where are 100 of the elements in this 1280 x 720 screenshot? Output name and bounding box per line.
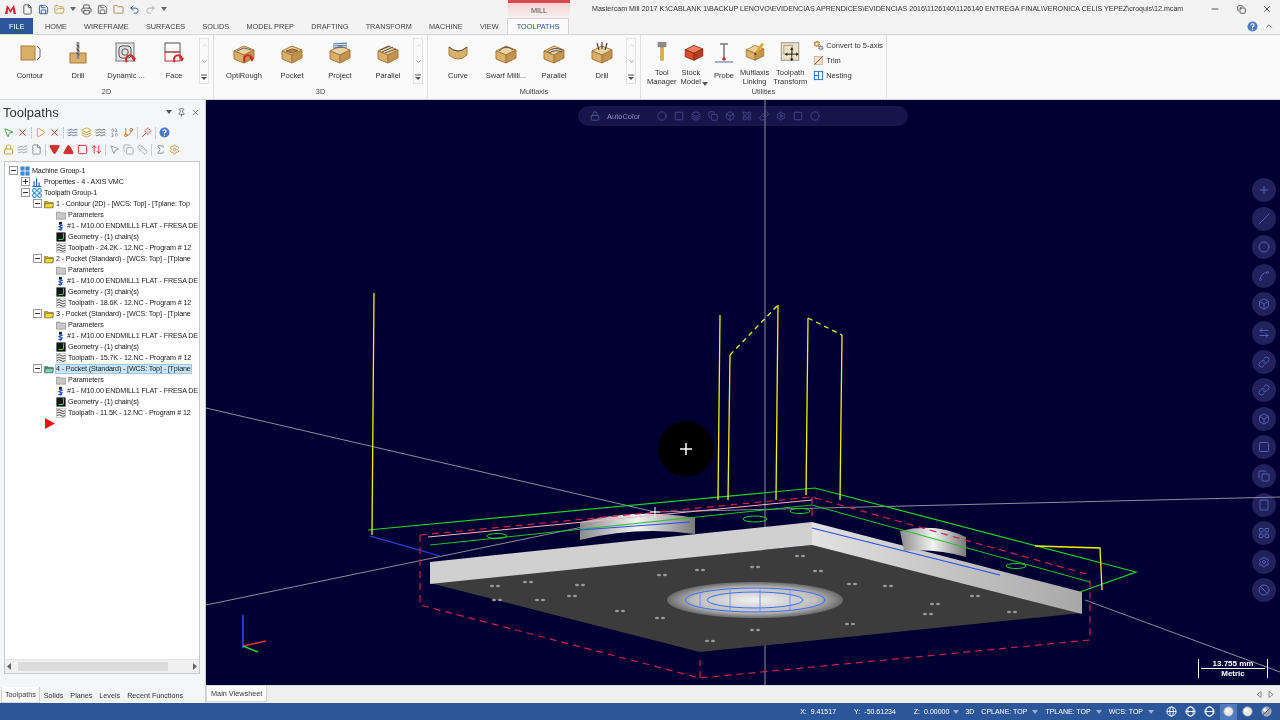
collapse-toggle[interactable] bbox=[33, 364, 42, 373]
chain-icon bbox=[56, 286, 66, 297]
collapse-ribbon-icon[interactable] bbox=[1264, 21, 1274, 31]
display-mode-button[interactable] bbox=[1182, 703, 1199, 720]
copy-icon[interactable] bbox=[708, 111, 719, 121]
undo-icon[interactable] bbox=[129, 3, 140, 15]
previous-sheet-icon[interactable] bbox=[1256, 691, 1262, 698]
more-icon[interactable] bbox=[201, 74, 207, 80]
display-mode-button[interactable] bbox=[1258, 703, 1275, 720]
gear-icon[interactable] bbox=[776, 111, 787, 121]
help-icon[interactable] bbox=[159, 127, 170, 138]
layers-icon[interactable] bbox=[691, 111, 702, 121]
collapse-toggle[interactable] bbox=[9, 166, 18, 175]
square-icon[interactable] bbox=[77, 144, 88, 155]
chain-icon bbox=[56, 231, 66, 242]
round-tool-button[interactable] bbox=[1252, 435, 1276, 460]
waves-icon[interactable] bbox=[95, 127, 106, 138]
round-tool-button[interactable] bbox=[1252, 521, 1276, 546]
round-tool-button[interactable] bbox=[1252, 492, 1276, 517]
display-mode-button[interactable] bbox=[1163, 703, 1180, 720]
round-tool-button[interactable] bbox=[1252, 406, 1276, 431]
round-tool-button[interactable] bbox=[1252, 263, 1276, 288]
circle-icon[interactable] bbox=[657, 111, 668, 121]
lock-icon[interactable] bbox=[3, 144, 14, 155]
ban-icon bbox=[1258, 584, 1270, 597]
round-tool-button[interactable] bbox=[1252, 463, 1276, 488]
caret-icon bbox=[702, 82, 709, 86]
save-icon[interactable] bbox=[38, 3, 49, 15]
caret-icon[interactable] bbox=[953, 709, 960, 714]
round-tool-button[interactable] bbox=[1252, 578, 1276, 603]
folder-icon[interactable] bbox=[113, 3, 124, 15]
save-icon[interactable] bbox=[97, 3, 108, 15]
scroll-down-icon[interactable] bbox=[627, 58, 635, 65]
insert-arrow-icon[interactable] bbox=[44, 418, 55, 429]
link-icon[interactable] bbox=[759, 111, 770, 121]
caret-icon[interactable] bbox=[70, 7, 76, 11]
more-icon[interactable] bbox=[628, 74, 634, 80]
cross-icon[interactable] bbox=[17, 127, 28, 138]
caret-icon[interactable] bbox=[161, 7, 167, 11]
overlapping-squares-icon bbox=[1258, 469, 1270, 482]
sigma-icon[interactable] bbox=[155, 144, 166, 155]
trim-icon bbox=[813, 55, 825, 66]
round-tool-button[interactable] bbox=[1252, 178, 1276, 202]
folder-open-icon[interactable] bbox=[54, 3, 65, 15]
display-mode-button[interactable] bbox=[1201, 703, 1218, 720]
grid-icon bbox=[1258, 527, 1270, 540]
wand-icon[interactable] bbox=[141, 127, 152, 138]
binary-icon[interactable] bbox=[109, 127, 120, 138]
play-icon[interactable] bbox=[35, 127, 46, 138]
new-file-icon[interactable] bbox=[22, 3, 33, 15]
wave-lines-icon bbox=[56, 242, 66, 253]
round-tool-button[interactable] bbox=[1252, 292, 1276, 317]
layers-icon[interactable] bbox=[81, 127, 92, 138]
pin-icon[interactable] bbox=[177, 107, 186, 117]
gear-icon[interactable] bbox=[169, 144, 180, 155]
expand-toggle[interactable] bbox=[21, 177, 30, 186]
plus-icon bbox=[1258, 184, 1270, 196]
wave-lines-icon bbox=[56, 297, 66, 308]
square-icon[interactable] bbox=[793, 111, 804, 121]
grid-icon[interactable] bbox=[742, 111, 753, 121]
next-sheet-icon[interactable] bbox=[1268, 691, 1274, 698]
shaded-sphere-icon bbox=[1261, 706, 1272, 717]
circle-icon[interactable] bbox=[810, 111, 821, 121]
collapse-toggle[interactable] bbox=[33, 309, 42, 318]
square-icon[interactable] bbox=[674, 111, 685, 121]
collapse-toggle[interactable] bbox=[33, 254, 42, 263]
more-icon[interactable] bbox=[415, 74, 421, 80]
lock-icon[interactable] bbox=[590, 111, 600, 121]
file-icon[interactable] bbox=[31, 144, 42, 155]
display-mode-button[interactable] bbox=[1220, 703, 1237, 720]
end-mill-icon bbox=[56, 385, 66, 396]
caret-icon[interactable] bbox=[166, 110, 172, 114]
pointer-icon[interactable] bbox=[3, 127, 14, 138]
branch-icon[interactable] bbox=[123, 127, 134, 138]
pointer-icon[interactable] bbox=[109, 144, 120, 155]
help-icon[interactable] bbox=[1247, 20, 1258, 32]
cross-icon[interactable] bbox=[49, 127, 60, 138]
scroll-down-icon[interactable] bbox=[200, 58, 208, 65]
waves-icon[interactable] bbox=[67, 127, 78, 138]
round-tool-button[interactable] bbox=[1252, 549, 1276, 574]
wireframe-globe-icon bbox=[1185, 706, 1196, 717]
copy-icon[interactable] bbox=[123, 144, 134, 155]
display-mode-button[interactable] bbox=[1239, 703, 1256, 720]
redo-icon[interactable] bbox=[145, 3, 156, 15]
waves-icon[interactable] bbox=[17, 144, 28, 155]
up-down-arrow-icon[interactable] bbox=[91, 144, 102, 155]
printer-icon[interactable] bbox=[81, 3, 92, 15]
ruler-icon[interactable] bbox=[137, 144, 148, 155]
round-tool-button[interactable] bbox=[1252, 378, 1276, 403]
collapse-toggle[interactable] bbox=[21, 188, 30, 197]
round-tool-button[interactable] bbox=[1252, 349, 1276, 374]
slash-icon bbox=[1258, 212, 1270, 225]
scroll-down-icon[interactable] bbox=[414, 58, 422, 65]
round-tool-button[interactable] bbox=[1252, 235, 1276, 260]
round-tool-button[interactable] bbox=[1252, 320, 1276, 345]
close-icon[interactable] bbox=[191, 107, 200, 117]
collapse-toggle[interactable] bbox=[33, 199, 42, 208]
cube-icon[interactable] bbox=[725, 111, 736, 121]
triangle-up-icon[interactable] bbox=[63, 144, 74, 155]
triangle-down-icon[interactable] bbox=[49, 144, 60, 155]
